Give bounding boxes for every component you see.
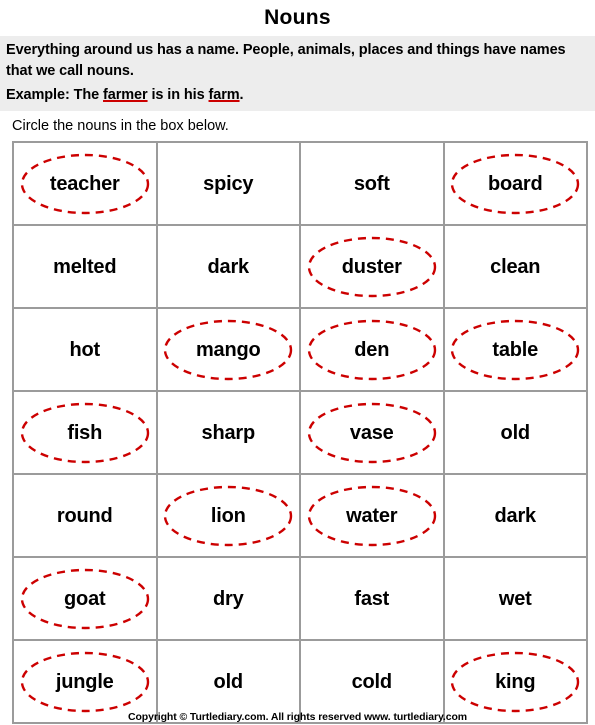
word-cell[interactable]: mango [155, 307, 301, 392]
word-label: mango [195, 338, 261, 361]
word-grid: teacher spicy soft board melted dark duster cle… [12, 141, 588, 724]
word-cell[interactable]: vase [299, 390, 445, 475]
word-cell-inner: sharp [158, 392, 300, 473]
grid-row: hot mango den table [12, 307, 588, 392]
word-label: den [354, 338, 390, 361]
word-cell-inner: spicy [158, 143, 300, 224]
word-cell-inner: soft [301, 143, 443, 224]
word-label: goat [64, 587, 106, 610]
word-cell-inner: hot [14, 309, 156, 390]
word-cell[interactable]: sharp [155, 390, 301, 475]
word-cell-inner: old [158, 641, 300, 722]
word-grid-container: teacher spicy soft board melted dark duster cle… [12, 141, 588, 724]
word-cell-inner: old [445, 392, 587, 473]
word-label: dark [207, 255, 250, 278]
word-cell[interactable]: clean [442, 224, 588, 309]
word-cell[interactable]: board [442, 141, 588, 226]
word-label: sharp [201, 421, 256, 444]
word-cell-inner: board [445, 143, 587, 224]
word-cell-inner: jungle [14, 641, 156, 722]
page-title: Nouns [264, 6, 331, 29]
word-cell-inner: round [14, 475, 156, 556]
word-cell-inner: table [445, 309, 587, 390]
word-cell[interactable]: dark [442, 473, 588, 558]
word-cell-inner: dry [158, 558, 300, 639]
intro-example-text: Example: The farmer is in his farm. [6, 85, 589, 106]
word-cell[interactable]: wet [442, 556, 588, 641]
example-middle: is in his [147, 87, 209, 104]
word-cell[interactable]: den [299, 307, 445, 392]
word-cell-inner: fast [301, 558, 443, 639]
grid-row: fish sharp vase old [12, 390, 588, 475]
word-label: fish [67, 421, 103, 444]
grid-row: round lion water dark [12, 473, 588, 558]
example-noun-farm: farm [208, 87, 240, 104]
word-cell-inner: goat [14, 558, 156, 639]
grid-row: goat dry fast wet [12, 556, 588, 641]
word-cell-inner: cold [301, 641, 443, 722]
word-cell[interactable]: dark [155, 224, 301, 309]
word-cell-inner: lion [158, 475, 300, 556]
word-label: table [492, 338, 539, 361]
example-prefix: Example: The [6, 87, 104, 104]
intro-definition-text: Everything around us has a name. People,… [6, 42, 566, 80]
word-cell-inner: teacher [14, 143, 156, 224]
word-cell[interactable]: melted [12, 224, 158, 309]
word-label: wet [498, 587, 532, 610]
word-cell[interactable]: soft [299, 141, 445, 226]
word-label: soft [353, 172, 390, 195]
word-label: cold [351, 670, 393, 693]
word-cell[interactable]: goat [12, 556, 158, 641]
word-label: duster [341, 255, 402, 278]
word-cell[interactable]: lion [155, 473, 301, 558]
instruction-box: Everything around us has a name. People,… [0, 36, 595, 112]
word-label: old [213, 670, 244, 693]
word-cell[interactable]: old [442, 390, 588, 475]
example-noun-farmer: farmer [103, 87, 148, 104]
word-cell-inner: mango [158, 309, 300, 390]
word-label: round [56, 504, 113, 527]
word-label: king [495, 670, 536, 693]
word-label: board [487, 172, 543, 195]
example-suffix: . [239, 87, 244, 104]
word-label: dry [212, 587, 244, 610]
word-label: water [346, 504, 398, 527]
word-cell-inner: den [301, 309, 443, 390]
word-label: jungle [55, 670, 114, 693]
grid-row: melted dark duster clean [12, 224, 588, 309]
word-cell[interactable]: water [299, 473, 445, 558]
word-cell-inner: dark [445, 475, 587, 556]
grid-row: teacher spicy soft board [12, 141, 588, 226]
word-label: lion [210, 504, 246, 527]
word-cell-inner: clean [445, 226, 587, 307]
word-cell[interactable]: dry [155, 556, 301, 641]
word-label: clean [490, 255, 541, 278]
word-cell-inner: vase [301, 392, 443, 473]
word-label: fast [354, 587, 390, 610]
word-label: vase [349, 421, 394, 444]
word-cell-inner: dark [158, 226, 300, 307]
word-label: dark [494, 504, 537, 527]
word-cell[interactable]: fast [299, 556, 445, 641]
word-cell-inner: melted [14, 226, 156, 307]
word-cell[interactable]: spicy [155, 141, 301, 226]
word-cell-inner: fish [14, 392, 156, 473]
word-cell[interactable]: round [12, 473, 158, 558]
word-cell-inner: duster [301, 226, 443, 307]
copyright-footer: Copyright © Turtlediary.com. All rights … [127, 711, 468, 723]
word-label: melted [53, 255, 117, 278]
word-cell[interactable]: table [442, 307, 588, 392]
word-cell[interactable]: hot [12, 307, 158, 392]
word-label: spicy [203, 172, 254, 195]
word-cell[interactable]: fish [12, 390, 158, 475]
word-label: teacher [49, 172, 120, 195]
word-label: hot [69, 338, 101, 361]
word-cell-inner: wet [445, 558, 587, 639]
word-cell-inner: water [301, 475, 443, 556]
word-cell-inner: king [445, 641, 587, 722]
word-label: old [500, 421, 531, 444]
directions-text: Circle the nouns in the box below. [12, 118, 229, 135]
word-cell[interactable]: duster [299, 224, 445, 309]
word-cell[interactable]: teacher [12, 141, 158, 226]
